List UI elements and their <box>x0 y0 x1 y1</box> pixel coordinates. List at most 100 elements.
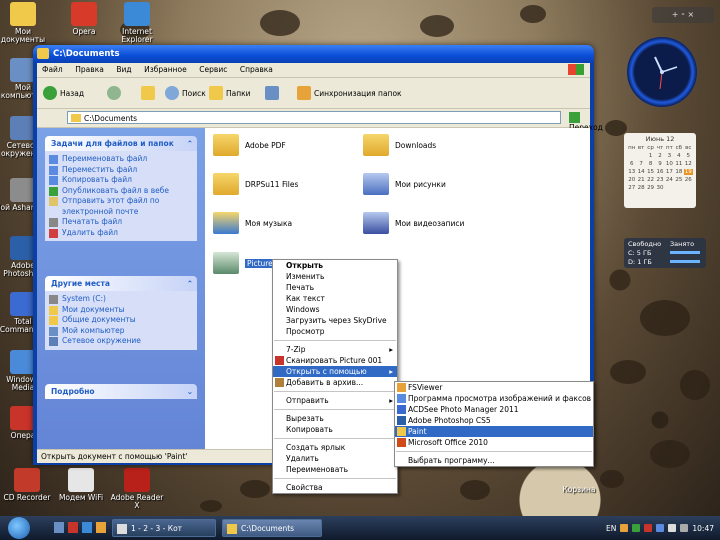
file-item[interactable]: Adobe PDF <box>213 134 286 156</box>
menu-view[interactable]: Вид <box>111 63 136 74</box>
calendar-grid: пн вт ср чт пт сб вс 1 2 3 4 5 6 7 8 9 10 11 12 13 14 15 16 17 1… <box>624 143 696 193</box>
task-email[interactable]: Отправить этот файл по электронной почте <box>49 196 193 217</box>
choose-program[interactable]: Выбрать программу... <box>395 455 593 466</box>
app-image-viewer[interactable]: Программа просмотра изображений и факсов <box>395 393 593 404</box>
pictures-folder-icon <box>363 173 389 195</box>
sync-button[interactable]: Синхронизация папок <box>297 85 402 101</box>
start-button[interactable] <box>8 517 30 539</box>
up-button[interactable] <box>141 85 155 101</box>
menu-create-shortcut[interactable]: Создать ярлык <box>273 442 397 453</box>
sync-icon <box>297 86 311 100</box>
menu-preview[interactable]: Просмотр <box>273 326 397 337</box>
menu-properties[interactable]: Свойства <box>273 482 397 493</box>
calendar-day: 22 <box>647 177 655 183</box>
file-item[interactable]: Моя музыка <box>213 212 292 234</box>
calendar-day: вт <box>637 145 645 151</box>
menu-open[interactable]: Открыть <box>273 260 397 271</box>
menu-file[interactable]: Файл <box>37 63 68 74</box>
menu-skydrive[interactable]: Загрузить через SkyDrive <box>273 315 397 326</box>
office-icon <box>397 438 406 447</box>
tray-icon[interactable] <box>644 524 653 532</box>
taskbar-button-active[interactable]: C:\Documents <box>222 519 322 537</box>
ie-icon[interactable] <box>82 522 92 533</box>
menu-tools[interactable]: Сервис <box>194 63 232 74</box>
app-acdsee[interactable]: ACDSee Photo Manager 2011 <box>395 404 593 415</box>
calendar-day: 10 <box>665 161 673 167</box>
menu-windows[interactable]: Windows <box>273 304 397 315</box>
desktop-icon[interactable]: Adobe Reader X <box>108 468 166 510</box>
menu-copy[interactable]: Копировать <box>273 424 397 435</box>
desktop-icon[interactable]: СD Recorder <box>0 468 56 502</box>
volume-icon[interactable] <box>680 524 689 532</box>
calendar-gadget[interactable]: Июнь 12 пн вт ср чт пт сб вс 1 2 3 4 5 6 7 8 9 10 11 12 13 1… <box>624 133 696 208</box>
calendar-day: 4 <box>677 153 681 159</box>
collapse-icon[interactable]: ⌃ <box>187 136 193 151</box>
file-item[interactable]: Мои видеозаписи <box>363 212 464 234</box>
tray-icon[interactable] <box>620 524 629 532</box>
tray-icon[interactable] <box>656 524 665 532</box>
back-arrow-icon <box>43 86 57 100</box>
opera-icon[interactable] <box>68 522 78 533</box>
menu-open-with[interactable]: Открыть с помощью ▸ <box>273 366 397 377</box>
menu-delete[interactable]: Удалить <box>273 453 397 464</box>
tray-icon[interactable] <box>632 524 641 532</box>
task-rename[interactable]: Переименовать файл <box>49 154 193 165</box>
calendar-day: 3 <box>667 153 672 159</box>
task-print[interactable]: Печатать файл <box>49 217 193 228</box>
calendar-day: 20 <box>628 177 636 183</box>
show-desktop-icon[interactable] <box>54 522 64 533</box>
task-move[interactable]: Переместить файл <box>49 165 193 176</box>
task-delete[interactable]: Удалить файл <box>49 228 193 239</box>
details-header[interactable]: Подробно ⌄ <box>45 384 197 399</box>
file-item[interactable]: DRPSu11 Files <box>213 173 298 195</box>
address-field[interactable]: C:\Documents <box>67 111 561 124</box>
toolbar: Назад Поиск Папки Синхронизация папок <box>37 78 590 109</box>
menu-as-text[interactable]: Как текст <box>273 293 397 304</box>
desktop-icon[interactable]: Internet Explorer <box>108 2 166 44</box>
language-indicator[interactable]: EN <box>606 524 616 533</box>
expand-icon[interactable]: ⌄ <box>187 384 193 399</box>
explorer-icon[interactable] <box>96 522 106 533</box>
place-network[interactable]: Сетевое окружение <box>49 336 193 347</box>
app-office[interactable]: Microsoft Office 2010 <box>395 437 593 448</box>
other-places-header[interactable]: Другие места ⌃ <box>45 276 197 291</box>
place-my-documents[interactable]: Мои документы <box>49 305 193 316</box>
taskbar-button[interactable]: 1 - 2 - 3 - Кот <box>112 519 216 537</box>
desktop-icon[interactable]: Модем WiFi <box>52 468 110 502</box>
search-button[interactable]: Поиск <box>165 85 206 101</box>
menu-add-archive[interactable]: Добавить в архив... <box>273 377 397 388</box>
place-my-computer[interactable]: Мой компьютер <box>49 326 193 337</box>
tray-icon[interactable] <box>668 524 677 532</box>
back-button[interactable]: Назад <box>43 85 84 101</box>
app-photoshop[interactable]: Adobe Photoshop CS5 <box>395 415 593 426</box>
desktop-icon[interactable]: Opera <box>55 2 113 36</box>
menu-rename[interactable]: Переименовать <box>273 464 397 475</box>
title-bar[interactable]: C:\Documents <box>33 45 594 63</box>
menu-send-to[interactable]: Отправить ▸ <box>273 395 397 406</box>
file-item[interactable]: Мои рисунки <box>363 173 446 195</box>
recycle-bin[interactable]: Корзина <box>550 486 608 494</box>
folders-button[interactable]: Папки <box>209 85 251 101</box>
sidebar-controls[interactable]: + ⁃ × <box>652 7 714 23</box>
file-item[interactable]: Downloads <box>363 134 436 156</box>
desktop-icon[interactable]: Мои документы <box>0 2 52 44</box>
menu-cut[interactable]: Вырезать <box>273 413 397 424</box>
app-paint[interactable]: Paint <box>395 426 593 437</box>
views-button[interactable] <box>265 85 279 101</box>
menu-favorites[interactable]: Избранное <box>139 63 192 74</box>
menu-help[interactable]: Справка <box>235 63 278 74</box>
taskbar-clock[interactable]: 10:47 <box>692 524 714 533</box>
collapse-icon[interactable]: ⌃ <box>187 276 193 291</box>
task-publish[interactable]: Опубликовать файл в вебе <box>49 186 193 197</box>
place-shared-documents[interactable]: Общие документы <box>49 315 193 326</box>
menu-edit[interactable]: Правка <box>70 63 109 74</box>
file-tasks-header[interactable]: Задачи для файлов и папок ⌃ <box>45 136 197 151</box>
menu-7zip[interactable]: 7-Zip ▸ <box>273 344 397 355</box>
place-system-c[interactable]: System (C:) <box>49 294 193 305</box>
menu-edit-item[interactable]: Изменить <box>273 271 397 282</box>
app-fsviewer[interactable]: FSViewer <box>395 382 593 393</box>
menu-scan[interactable]: Сканировать Picture 001 <box>273 355 397 366</box>
menu-print[interactable]: Печать <box>273 282 397 293</box>
task-copy[interactable]: Копировать файл <box>49 175 193 186</box>
forward-button[interactable] <box>107 85 121 101</box>
